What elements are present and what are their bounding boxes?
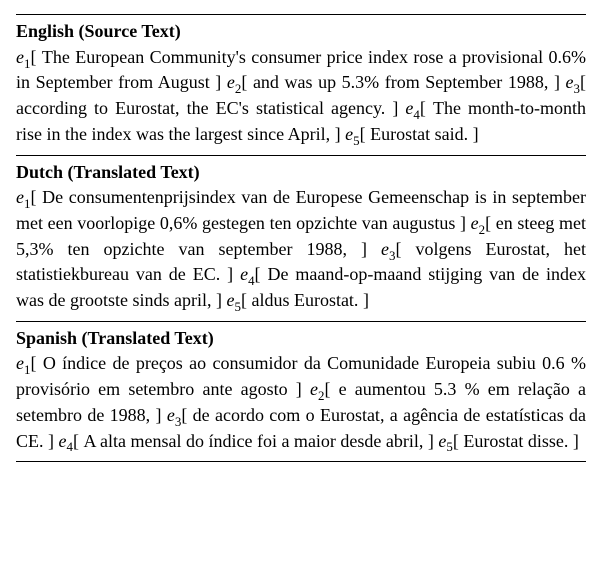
bracket-open: [ — [30, 187, 42, 207]
section-body: e1[ The European Community's consumer pr… — [16, 46, 586, 149]
section-body: e1[ O índice de preços ao consumidor da … — [16, 352, 586, 455]
bracket-open: [ — [324, 379, 338, 399]
bracket-open: [ — [580, 72, 586, 92]
section-dutch: Dutch (Translated Text) e1[ De consument… — [16, 156, 586, 321]
bracket-close: ] — [473, 124, 479, 144]
bracket-close: ] — [428, 431, 439, 451]
edu-text: Eurostat said. — [370, 124, 472, 144]
bracket-close: ] — [392, 98, 405, 118]
bracket-close: ] — [554, 72, 566, 92]
bracket-close: ] — [460, 213, 471, 233]
section-title: Dutch (Translated Text) — [16, 161, 586, 187]
section-spanish: Spanish (Translated Text) e1[ O índice d… — [16, 322, 586, 462]
edu-label: e5 — [226, 290, 240, 310]
edu-label: e5 — [345, 124, 359, 144]
edu-text: and was up 5.3% from September 1988, — [253, 72, 554, 92]
edu-label: e3 — [167, 405, 181, 425]
bracket-open: [ — [241, 72, 253, 92]
bracket-close: ] — [227, 264, 240, 284]
bracket-open: [ — [30, 353, 42, 373]
bracket-close: ] — [573, 431, 579, 451]
section-english: English (Source Text) e1[ The European C… — [16, 15, 586, 155]
edu-label: e2 — [227, 72, 241, 92]
edu-label: e2 — [310, 379, 324, 399]
section-title: Spanish (Translated Text) — [16, 327, 586, 353]
edu-label: e5 — [438, 431, 452, 451]
bracket-close: ] — [363, 290, 369, 310]
bracket-open: [ — [420, 98, 433, 118]
bracket-close: ] — [335, 124, 346, 144]
edu-text: Eurostat disse. — [463, 431, 573, 451]
bracket-open: [ — [395, 239, 415, 259]
edu-label: e3 — [381, 239, 395, 259]
edu-label: e2 — [471, 213, 485, 233]
bracket-close: ] — [361, 239, 381, 259]
example-table: English (Source Text) e1[ The European C… — [16, 14, 586, 462]
bracket-close: ] — [48, 431, 59, 451]
bracket-open: [ — [255, 264, 268, 284]
bracket-close: ] — [216, 290, 227, 310]
edu-text: according to Eurostat, the EC's statisti… — [16, 98, 392, 118]
edu-label: e4 — [59, 431, 73, 451]
edu-text: A alta mensal do índice foi a maior desd… — [84, 431, 428, 451]
edu-label: e1 — [16, 47, 30, 67]
section-body: e1[ De consumentenprijsindex van de Euro… — [16, 186, 586, 314]
bracket-open: [ — [181, 405, 192, 425]
edu-label: e1 — [16, 353, 30, 373]
bracket-open: [ — [360, 124, 371, 144]
bracket-open: [ — [241, 290, 252, 310]
edu-label: e4 — [240, 264, 254, 284]
bracket-open: [ — [30, 47, 41, 67]
bottom-rule — [16, 461, 586, 462]
edu-label: e3 — [566, 72, 580, 92]
edu-label: e4 — [405, 98, 419, 118]
section-title: English (Source Text) — [16, 20, 586, 46]
bracket-close: ] — [155, 405, 166, 425]
bracket-open: [ — [453, 431, 464, 451]
edu-label: e1 — [16, 187, 30, 207]
bracket-close: ] — [296, 379, 310, 399]
bracket-open: [ — [73, 431, 84, 451]
bracket-close: ] — [215, 72, 227, 92]
edu-text: aldus Eurostat. — [251, 290, 362, 310]
bracket-open: [ — [485, 213, 496, 233]
